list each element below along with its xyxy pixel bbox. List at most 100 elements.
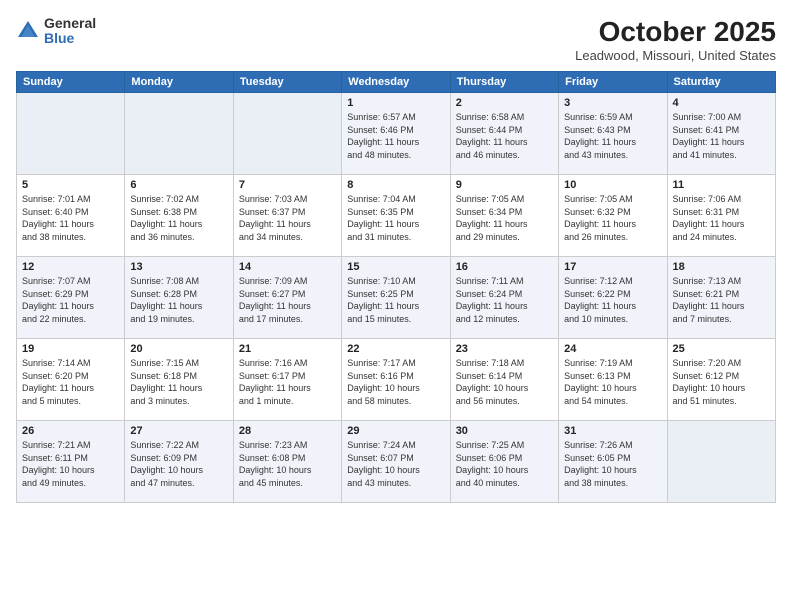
day-info: Sunrise: 7:22 AM Sunset: 6:09 PM Dayligh… [130, 439, 227, 489]
calendar-cell: 10 Sunrise: 7:05 AM Sunset: 6:32 PM Dayli… [559, 175, 667, 257]
day-number: 27 [130, 425, 227, 437]
day-number: 30 [456, 425, 553, 437]
calendar-cell: 26Sunrise: 7:21 AM Sunset: 6:11 PM Dayli… [17, 421, 125, 503]
day-number: 15 [347, 261, 444, 273]
day-info: Sunrise: 7:19 AM Sunset: 6:13 PM Dayligh… [564, 357, 661, 407]
calendar-cell: 8Sunrise: 7:04 AM Sunset: 6:35 PM Daylig… [342, 175, 450, 257]
calendar-subtitle: Leadwood, Missouri, United States [575, 48, 776, 63]
day-number: 16 [456, 261, 553, 273]
calendar-cell: 31Sunrise: 7:26 AM Sunset: 6:05 PM Dayli… [559, 421, 667, 503]
calendar-cell: 20Sunrise: 7:15 AM Sunset: 6:18 PM Dayli… [125, 339, 233, 421]
title-block: October 2025 Leadwood, Missouri, United … [575, 16, 776, 63]
calendar-cell: 6 Sunrise: 7:02 AM Sunset: 6:38 PM Daylig… [125, 175, 233, 257]
day-info: Sunrise: 6:58 AM Sunset: 6:44 PM Dayligh… [456, 111, 553, 161]
day-info: Sunrise: 7:06 AM Sunset: 6:31 PM Dayligh… [673, 193, 770, 243]
day-info: Sunrise: 7:02 AM Sunset: 6:38 PM Dayligh… [130, 193, 227, 243]
calendar-cell: 16 Sunrise: 7:11 AM Sunset: 6:24 PM Dayli… [450, 257, 558, 339]
calendar-cell: 22Sunrise: 7:17 AM Sunset: 6:16 PM Dayli… [342, 339, 450, 421]
calendar-cell: 12 Sunrise: 7:07 AM Sunset: 6:29 PM Dayli… [17, 257, 125, 339]
calendar-cell [233, 93, 341, 175]
weekday-header-tuesday: Tuesday [233, 72, 341, 93]
day-number: 1 [347, 97, 444, 109]
day-info: Sunrise: 7:18 AM Sunset: 6:14 PM Dayligh… [456, 357, 553, 407]
day-number: 26 [22, 425, 119, 437]
calendar-cell: 14 Sunrise: 7:09 AM Sunset: 6:27 PM Dayli… [233, 257, 341, 339]
calendar-week-row: 26Sunrise: 7:21 AM Sunset: 6:11 PM Dayli… [17, 421, 776, 503]
weekday-header-row: SundayMondayTuesdayWednesdayThursdayFrid… [17, 72, 776, 93]
weekday-header-thursday: Thursday [450, 72, 558, 93]
day-info: Sunrise: 7:05 AM Sunset: 6:34 PM Dayligh… [456, 193, 553, 243]
calendar-cell [125, 93, 233, 175]
day-number: 13 [130, 261, 227, 273]
day-info: Sunrise: 7:11 AM Sunset: 6:24 PM Dayligh… [456, 275, 553, 325]
calendar-cell: 5 Sunrise: 7:01 AM Sunset: 6:40 PM Daylig… [17, 175, 125, 257]
day-info: Sunrise: 7:00 AM Sunset: 6:41 PM Dayligh… [673, 111, 770, 161]
day-info: Sunrise: 7:16 AM Sunset: 6:17 PM Dayligh… [239, 357, 336, 407]
day-info: Sunrise: 7:20 AM Sunset: 6:12 PM Dayligh… [673, 357, 770, 407]
day-info: Sunrise: 7:24 AM Sunset: 6:07 PM Dayligh… [347, 439, 444, 489]
calendar-cell: 7Sunrise: 7:03 AM Sunset: 6:37 PM Daylig… [233, 175, 341, 257]
day-number: 5 [22, 179, 119, 191]
day-info: Sunrise: 7:03 AM Sunset: 6:37 PM Dayligh… [239, 193, 336, 243]
day-number: 18 [673, 261, 770, 273]
calendar-cell: 23 Sunrise: 7:18 AM Sunset: 6:14 PM Dayli… [450, 339, 558, 421]
day-number: 19 [22, 343, 119, 355]
day-number: 10 [564, 179, 661, 191]
calendar-cell: 9 Sunrise: 7:05 AM Sunset: 6:34 PM Daylig… [450, 175, 558, 257]
day-info: Sunrise: 7:05 AM Sunset: 6:32 PM Dayligh… [564, 193, 661, 243]
calendar-cell: 17Sunrise: 7:12 AM Sunset: 6:22 PM Dayli… [559, 257, 667, 339]
day-number: 2 [456, 97, 553, 109]
day-info: Sunrise: 7:25 AM Sunset: 6:06 PM Dayligh… [456, 439, 553, 489]
day-number: 29 [347, 425, 444, 437]
calendar-title: October 2025 [575, 16, 776, 48]
day-info: Sunrise: 7:23 AM Sunset: 6:08 PM Dayligh… [239, 439, 336, 489]
calendar-cell: 4Sunrise: 7:00 AM Sunset: 6:41 PM Daylig… [667, 93, 775, 175]
calendar-cell: 19 Sunrise: 7:14 AM Sunset: 6:20 PM Dayli… [17, 339, 125, 421]
day-number: 11 [673, 179, 770, 191]
day-info: Sunrise: 7:13 AM Sunset: 6:21 PM Dayligh… [673, 275, 770, 325]
day-number: 17 [564, 261, 661, 273]
calendar-cell: 2 Sunrise: 6:58 AM Sunset: 6:44 PM Daylig… [450, 93, 558, 175]
day-number: 12 [22, 261, 119, 273]
day-info: Sunrise: 7:01 AM Sunset: 6:40 PM Dayligh… [22, 193, 119, 243]
page: General Blue October 2025 Leadwood, Miss… [0, 0, 792, 612]
day-number: 20 [130, 343, 227, 355]
day-info: Sunrise: 7:10 AM Sunset: 6:25 PM Dayligh… [347, 275, 444, 325]
day-info: Sunrise: 7:09 AM Sunset: 6:27 PM Dayligh… [239, 275, 336, 325]
logo-blue-text: Blue [44, 31, 96, 46]
logo-general-text: General [44, 16, 96, 31]
calendar-cell: 30 Sunrise: 7:25 AM Sunset: 6:06 PM Dayli… [450, 421, 558, 503]
logo: General Blue [16, 16, 96, 47]
calendar-cell: 13 Sunrise: 7:08 AM Sunset: 6:28 PM Dayli… [125, 257, 233, 339]
calendar-cell: 3Sunrise: 6:59 AM Sunset: 6:43 PM Daylig… [559, 93, 667, 175]
day-info: Sunrise: 7:08 AM Sunset: 6:28 PM Dayligh… [130, 275, 227, 325]
day-info: Sunrise: 6:59 AM Sunset: 6:43 PM Dayligh… [564, 111, 661, 161]
day-info: Sunrise: 7:14 AM Sunset: 6:20 PM Dayligh… [22, 357, 119, 407]
day-number: 21 [239, 343, 336, 355]
day-number: 28 [239, 425, 336, 437]
day-number: 23 [456, 343, 553, 355]
day-number: 25 [673, 343, 770, 355]
logo-icon [16, 19, 40, 43]
weekday-header-wednesday: Wednesday [342, 72, 450, 93]
day-number: 6 [130, 179, 227, 191]
weekday-header-saturday: Saturday [667, 72, 775, 93]
calendar-cell: 11 Sunrise: 7:06 AM Sunset: 6:31 PM Dayli… [667, 175, 775, 257]
calendar-week-row: 19 Sunrise: 7:14 AM Sunset: 6:20 PM Dayli… [17, 339, 776, 421]
weekday-header-monday: Monday [125, 72, 233, 93]
calendar-cell: 28 Sunrise: 7:23 AM Sunset: 6:08 PM Dayli… [233, 421, 341, 503]
header: General Blue October 2025 Leadwood, Miss… [16, 16, 776, 63]
calendar-table: SundayMondayTuesdayWednesdayThursdayFrid… [16, 71, 776, 503]
calendar-cell: 15 Sunrise: 7:10 AM Sunset: 6:25 PM Dayli… [342, 257, 450, 339]
calendar-week-row: 12 Sunrise: 7:07 AM Sunset: 6:29 PM Dayli… [17, 257, 776, 339]
day-info: Sunrise: 7:17 AM Sunset: 6:16 PM Dayligh… [347, 357, 444, 407]
calendar-week-row: 5 Sunrise: 7:01 AM Sunset: 6:40 PM Daylig… [17, 175, 776, 257]
calendar-cell: 29 Sunrise: 7:24 AM Sunset: 6:07 PM Dayli… [342, 421, 450, 503]
day-number: 24 [564, 343, 661, 355]
day-info: Sunrise: 6:57 AM Sunset: 6:46 PM Dayligh… [347, 111, 444, 161]
calendar-cell: 24 Sunrise: 7:19 AM Sunset: 6:13 PM Dayli… [559, 339, 667, 421]
weekday-header-friday: Friday [559, 72, 667, 93]
day-number: 14 [239, 261, 336, 273]
day-number: 9 [456, 179, 553, 191]
day-info: Sunrise: 7:07 AM Sunset: 6:29 PM Dayligh… [22, 275, 119, 325]
